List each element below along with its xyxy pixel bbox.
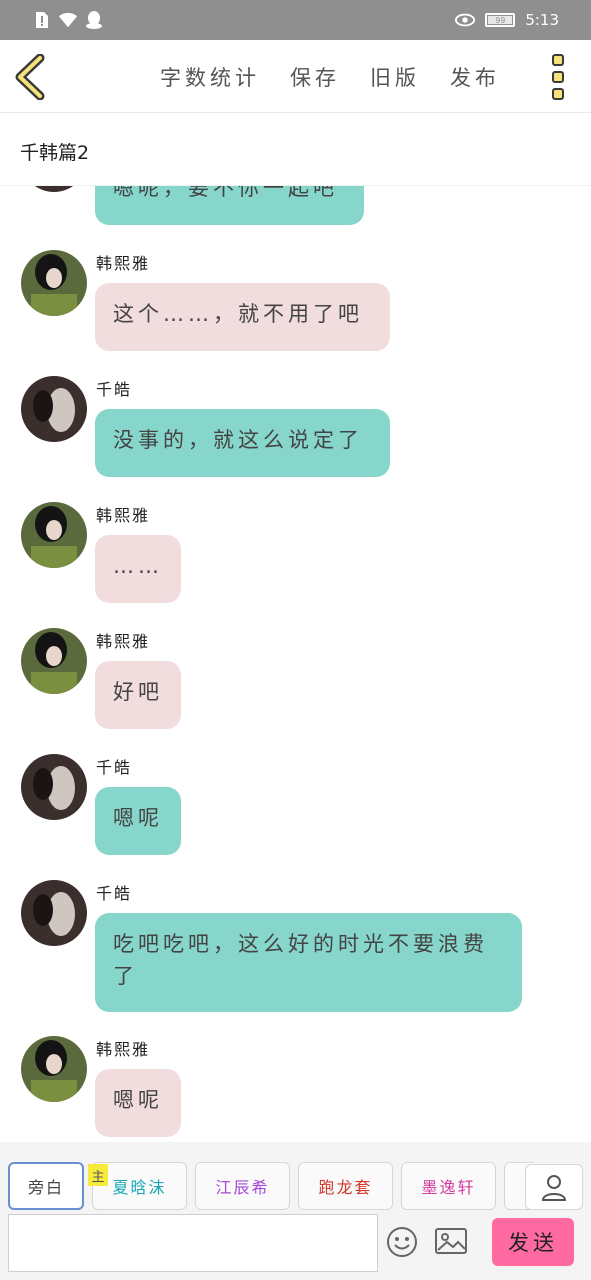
publish-button[interactable]: 发布 <box>450 62 500 92</box>
more-dot-icon <box>552 54 564 66</box>
message-bubble[interactable]: 没事的，就这么说定了 <box>95 409 390 477</box>
back-button[interactable] <box>12 53 52 101</box>
status-right: 99 5:13 <box>455 10 559 30</box>
input-bar: 发送 <box>0 1212 591 1280</box>
qq-icon <box>84 10 104 30</box>
battery-icon: 99 <box>485 13 516 27</box>
avatar-qianhao[interactable] <box>21 880 87 946</box>
sender-name: 千皓 <box>96 380 133 399</box>
smiley-icon <box>387 1227 417 1257</box>
avatar-hanxiya[interactable] <box>21 250 87 316</box>
role-label: 江辰希 <box>215 1178 270 1197</box>
wifi-icon <box>58 10 78 30</box>
message-text: 这个……，就不用了吧 <box>113 302 363 326</box>
sender-name: 韩熙雅 <box>96 1040 151 1059</box>
chevron-left-icon <box>15 53 45 101</box>
sender-name: 千皓 <box>96 884 133 903</box>
alert-icon <box>32 10 52 30</box>
emoji-button[interactable] <box>386 1226 418 1258</box>
role-label: 跑龙套 <box>318 1178 373 1197</box>
sender-name: 韩熙雅 <box>96 506 151 525</box>
avatar-hanxiya[interactable] <box>21 1036 87 1102</box>
message-text: 没事的，就这么说定了 <box>113 428 363 452</box>
top-toolbar: 字数统计 保存 旧版 发布 <box>0 40 591 113</box>
status-left-icons <box>32 10 104 30</box>
avatar-qianhao[interactable] <box>21 186 87 192</box>
role-label: 夏晗沫 <box>112 1178 167 1197</box>
role-button[interactable]: 旁白 <box>8 1162 84 1210</box>
person-icon <box>541 1175 567 1201</box>
role-selector-bar: 旁白 主 夏晗沫 江辰希 跑龙套 墨逸轩 <box>0 1142 591 1212</box>
image-button[interactable] <box>434 1226 468 1258</box>
role-button[interactable]: 墨逸轩 <box>401 1162 496 1210</box>
message-text: 吃吧吃吧，这么好的时光不要浪费了 <box>113 932 488 988</box>
message-bubble[interactable]: 这个……，就不用了吧 <box>95 283 390 351</box>
avatar-hanxiya[interactable] <box>21 628 87 694</box>
more-menu-button[interactable] <box>547 54 569 100</box>
message-text: 嗯呢 <box>113 806 163 830</box>
avatar-qianhao[interactable] <box>21 376 87 442</box>
role-button[interactable]: 跑龙套 <box>298 1162 393 1210</box>
message-text: 好吧 <box>113 680 163 704</box>
role-button[interactable]: 江辰希 <box>195 1162 290 1210</box>
message-bubble[interactable]: 嗯呢 <box>95 787 181 855</box>
message-bubble[interactable]: 嗯呢，要不你一起吧 <box>95 186 364 225</box>
message-bubble[interactable]: 嗯呢 <box>95 1069 181 1137</box>
message-text: 嗯呢，要不你一起吧 <box>113 186 338 200</box>
message-bubble[interactable]: 吃吧吃吧，这么好的时光不要浪费了 <box>95 913 522 1012</box>
message-text: …… <box>113 554 163 578</box>
chat-area[interactable]: 嗯呢，要不你一起吧 韩熙雅 这个……，就不用了吧 千皓 没事的，就这么说定了 韩… <box>0 186 591 1142</box>
status-bar: 99 5:13 <box>0 0 591 40</box>
more-dot-icon <box>552 71 564 83</box>
role-label: 旁白 <box>27 1178 64 1197</box>
avatar-hanxiya[interactable] <box>21 502 87 568</box>
more-dot-icon <box>552 88 564 100</box>
message-input[interactable] <box>8 1214 378 1272</box>
sender-name: 韩熙雅 <box>96 632 151 651</box>
message-text: 嗯呢 <box>113 1088 163 1112</box>
image-icon <box>435 1228 467 1254</box>
article-title: 千韩篇2 <box>20 142 90 164</box>
status-time: 5:13 <box>525 11 559 29</box>
send-button[interactable]: 发送 <box>492 1218 574 1266</box>
avatar-qianhao[interactable] <box>21 754 87 820</box>
article-title-bar[interactable]: 千韩篇2 <box>0 114 591 186</box>
word-count-button[interactable]: 字数统计 <box>160 62 260 92</box>
save-button[interactable]: 保存 <box>290 62 340 92</box>
message-bubble[interactable]: …… <box>95 535 181 603</box>
add-role-button[interactable] <box>525 1164 583 1210</box>
old-version-button[interactable]: 旧版 <box>370 62 420 92</box>
eye-icon <box>455 10 476 30</box>
toolbar-actions: 字数统计 保存 旧版 发布 <box>160 62 500 92</box>
message-bubble[interactable]: 好吧 <box>95 661 181 729</box>
sender-name: 千皓 <box>96 758 133 777</box>
role-label: 墨逸轩 <box>421 1178 476 1197</box>
main-role-badge: 主 <box>88 1164 108 1186</box>
sender-name: 韩熙雅 <box>96 254 151 273</box>
battery-level: 99 <box>495 15 506 25</box>
